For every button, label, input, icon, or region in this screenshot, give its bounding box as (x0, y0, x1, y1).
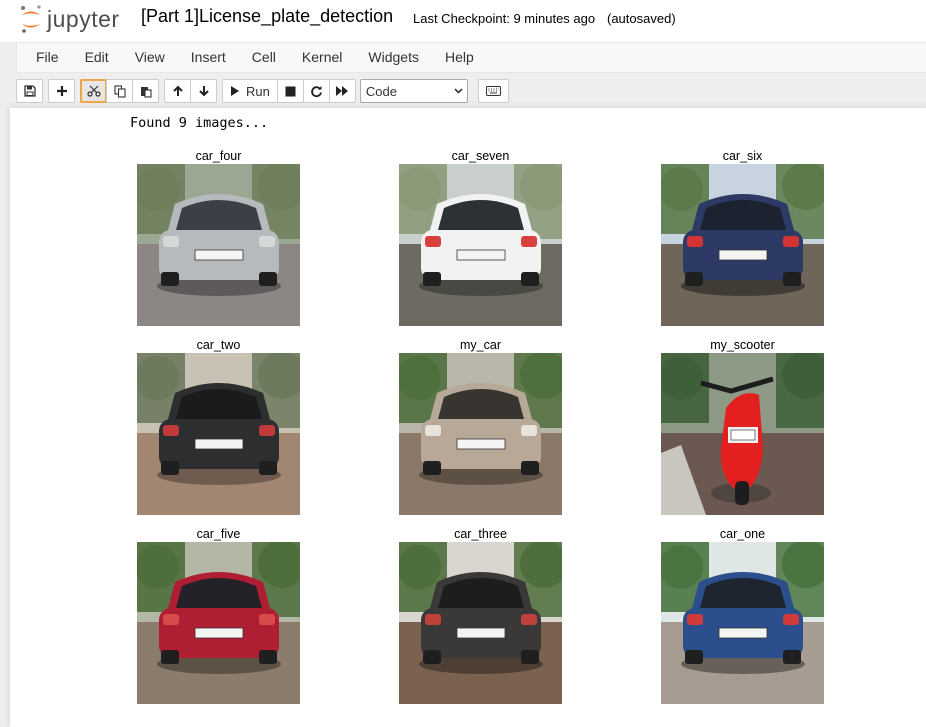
vehicle-photo (661, 164, 824, 326)
play-icon (231, 86, 239, 96)
image-title: my_car (460, 338, 501, 352)
scissors-icon (86, 85, 101, 97)
cell-type-value: Code (365, 83, 397, 99)
menu-bar: File Edit View Insert Cell Kernel Widget… (16, 42, 926, 73)
image-figure-car-seven: car_seven (399, 149, 562, 326)
move-down-button[interactable] (190, 79, 217, 103)
menu-edit[interactable]: Edit (72, 43, 122, 72)
floppy-disk-icon (23, 85, 36, 97)
jupyter-logo-icon (20, 4, 42, 34)
vehicle-photo (137, 164, 300, 326)
stop-icon (285, 86, 296, 96)
palette-group (477, 79, 509, 103)
jupyter-logo[interactable]: jupyter (20, 3, 130, 35)
arrow-down-icon (198, 86, 209, 97)
vehicle-photo (137, 353, 300, 515)
cut-button[interactable] (80, 79, 107, 103)
arrow-up-icon (172, 85, 183, 96)
run-group: Run (222, 79, 356, 103)
notebook-container: Found 9 images... car_four car_seven car_s… (10, 108, 926, 727)
image-title: my_scooter (710, 338, 775, 352)
save-button[interactable] (16, 79, 43, 103)
paste-button[interactable] (132, 79, 159, 103)
notebook-title[interactable]: [Part 1]License_plate_detection (141, 6, 393, 27)
plus-icon (56, 86, 67, 96)
keyboard-icon (485, 86, 501, 96)
edit-group (80, 79, 159, 103)
menu-file[interactable]: File (23, 43, 72, 72)
cell-type-select[interactable]: Code (359, 79, 468, 103)
jupyter-logo-text: jupyter (47, 5, 120, 32)
image-title: car_four (195, 149, 242, 163)
checkpoint-status: Last Checkpoint: 9 minutes ago (413, 11, 596, 26)
fast-forward-icon (336, 86, 349, 96)
menu-kernel[interactable]: Kernel (289, 43, 355, 72)
menu-widgets[interactable]: Widgets (355, 43, 432, 72)
vehicle-photo (137, 542, 300, 704)
menu-cell[interactable]: Cell (239, 43, 289, 72)
image-title: car_seven (451, 149, 510, 163)
save-group (16, 79, 43, 103)
vehicle-photo (399, 353, 562, 515)
run-button[interactable]: Run (222, 79, 278, 103)
vehicle-photo (661, 353, 824, 515)
restart-icon (311, 85, 322, 97)
image-title: car_two (196, 338, 241, 352)
notebook-toolbar: Run Code (16, 74, 926, 108)
image-figure-car-five: car_five (137, 527, 300, 704)
restart-button[interactable] (302, 79, 330, 103)
copy-icon (113, 84, 126, 98)
move-up-button[interactable] (164, 79, 191, 103)
move-group (164, 79, 217, 103)
menu-view[interactable]: View (122, 43, 178, 72)
image-figure-car-four: car_four (137, 149, 300, 326)
image-figure-car-two: car_two (137, 338, 300, 515)
insert-group (48, 79, 75, 103)
image-figure-car-three: car_three (399, 527, 562, 704)
notebook-header: jupyter [Part 1]License_plate_detection … (0, 0, 926, 42)
image-title: car_one (719, 527, 766, 541)
interrupt-button[interactable] (276, 79, 304, 103)
insert-cell-button[interactable] (48, 79, 75, 103)
chevron-down-icon (454, 88, 463, 94)
image-figure-my-car: my_car (399, 338, 562, 515)
paste-icon (140, 86, 152, 98)
image-figure-car-one: car_one (661, 527, 824, 704)
run-button-label: Run (246, 83, 270, 99)
autosave-status: (autosaved) (607, 11, 676, 26)
menu-insert[interactable]: Insert (178, 43, 239, 72)
vehicle-photo (399, 164, 562, 326)
command-palette-button[interactable] (477, 79, 509, 103)
run-all-button[interactable] (328, 79, 356, 103)
image-figure-car-six: car_six (661, 149, 824, 326)
cell-output-text: Found 9 images... (130, 115, 269, 131)
menu-help[interactable]: Help (432, 43, 487, 72)
vehicle-photo (661, 542, 824, 704)
image-title: car_five (196, 527, 241, 541)
image-title: car_three (454, 527, 507, 541)
image-figure-my-scooter: my_scooter (661, 338, 824, 515)
image-title: car_six (722, 149, 763, 163)
vehicle-photo (399, 542, 562, 704)
copy-button[interactable] (106, 79, 133, 103)
